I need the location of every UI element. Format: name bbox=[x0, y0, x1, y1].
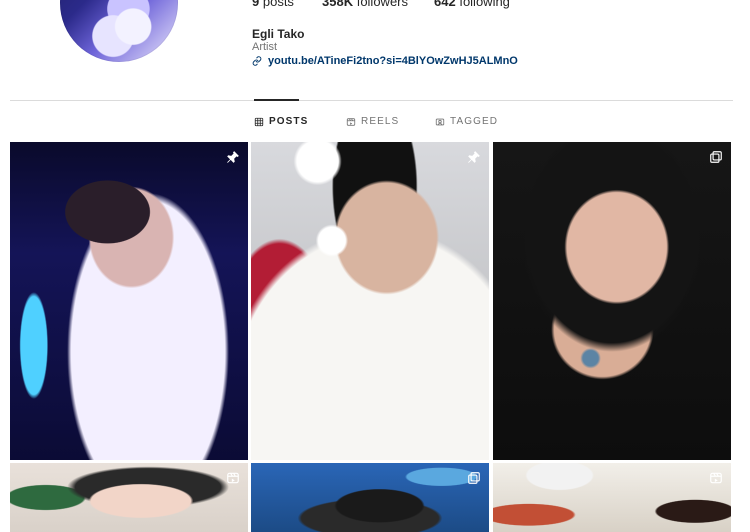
link-icon bbox=[252, 56, 262, 66]
following-count: 642 bbox=[434, 0, 456, 9]
following-label: following bbox=[459, 0, 510, 9]
profile-link-text[interactable]: youtu.be/ATineFi2tno?si=4BlYOwZwHJ5ALMnO bbox=[268, 55, 518, 67]
posts-count: 9 bbox=[252, 0, 260, 9]
reels-icon bbox=[226, 471, 240, 485]
tagged-icon bbox=[435, 118, 445, 125]
post-tile-5[interactable] bbox=[251, 463, 489, 532]
tab-tagged[interactable]: TAGGED bbox=[435, 116, 498, 127]
reels-icon bbox=[709, 471, 723, 485]
post-tile-3[interactable] bbox=[493, 142, 731, 460]
followers-count: 358K bbox=[322, 0, 354, 9]
tab-tagged-label: TAGGED bbox=[450, 116, 499, 127]
tab-posts[interactable]: POSTS bbox=[254, 116, 308, 127]
pin-icon bbox=[226, 150, 240, 164]
tab-reels[interactable]: REELS bbox=[346, 116, 399, 127]
following-stat[interactable]: 642 following bbox=[434, 0, 510, 9]
grid-icon bbox=[254, 117, 264, 126]
tab-active-indicator bbox=[254, 99, 299, 101]
post-tile-1[interactable] bbox=[10, 142, 248, 460]
post-tile-4[interactable] bbox=[10, 463, 248, 532]
profile-avatar[interactable] bbox=[60, 0, 178, 62]
followers-stat[interactable]: 358K followers bbox=[322, 0, 408, 9]
post-tile-6[interactable] bbox=[493, 463, 731, 532]
tabs-divider bbox=[10, 100, 733, 101]
tab-posts-label: POSTS bbox=[269, 116, 309, 127]
tab-reels-label: REELS bbox=[361, 116, 400, 127]
reels-icon bbox=[346, 117, 356, 126]
followers-label: followers bbox=[356, 0, 408, 9]
post-tile-2[interactable] bbox=[251, 142, 489, 460]
profile-category: Artist bbox=[252, 41, 278, 53]
carousel-icon bbox=[467, 471, 481, 485]
profile-name: Egli Tako bbox=[252, 27, 305, 41]
pin-icon bbox=[467, 150, 481, 164]
posts-stat: 9 posts bbox=[252, 0, 294, 9]
carousel-icon bbox=[709, 150, 723, 164]
posts-label: posts bbox=[262, 0, 294, 9]
profile-link[interactable]: youtu.be/ATineFi2tno?si=4BlYOwZwHJ5ALMnO bbox=[252, 55, 518, 67]
